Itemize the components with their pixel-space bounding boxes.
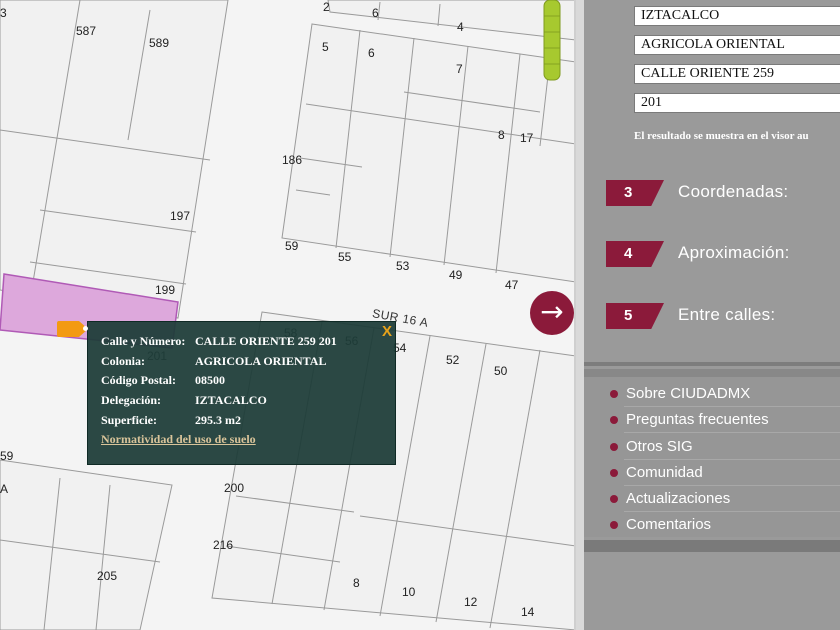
info-value: 08500	[195, 373, 225, 388]
parcel-number: 2	[323, 0, 330, 14]
info-value: AGRICOLA ORIENTAL	[195, 353, 327, 368]
menu-item-label[interactable]: Sobre CIUDADMX	[626, 385, 750, 402]
divider	[584, 362, 840, 366]
menu-rule	[624, 406, 840, 407]
parcel-number: 4	[457, 20, 464, 34]
info-row: Delegación: IZTACALCO	[101, 391, 337, 411]
parcel-number: 55	[338, 250, 352, 264]
divider	[584, 540, 840, 552]
step-number-badge: 4	[606, 241, 664, 267]
menu-item-label[interactable]: Comentarios	[626, 516, 711, 533]
parcel-number: 49	[449, 268, 463, 282]
step-number-badge: 5	[606, 303, 664, 329]
street-field[interactable]	[634, 64, 840, 84]
parcel-number: 199	[155, 283, 176, 297]
parcel-number: 59	[285, 239, 299, 253]
parcel-number: 47	[505, 278, 519, 292]
step-label[interactable]: Entre calles:	[678, 305, 775, 325]
bullet-icon	[610, 416, 618, 424]
menu-item-label[interactable]: Actualizaciones	[626, 490, 730, 507]
parcel-number: 7	[456, 62, 463, 76]
bullet-icon	[610, 521, 618, 529]
parcel-number: 3	[0, 6, 7, 20]
next-arrow-button[interactable]: →	[530, 291, 574, 335]
info-label: Calle y Número:	[101, 334, 186, 349]
parcel-number: 17	[520, 131, 534, 145]
parcel-info-table: Calle y Número: CALLE ORIENTE 259 201 Co…	[101, 332, 337, 430]
info-label: Superficie:	[101, 412, 157, 427]
parcel-info-popup: X Calle y Número: CALLE ORIENTE 259 201 …	[87, 321, 396, 465]
number-field[interactable]	[634, 93, 840, 113]
close-icon[interactable]: X	[382, 323, 392, 340]
parcel-number: 53	[396, 259, 410, 273]
parcel-number: 50	[494, 364, 508, 378]
parcel-number: 5	[322, 40, 329, 54]
parcel-number: 52	[446, 353, 460, 367]
map-viewer[interactable]: 3 587 589 2 6 4 5 6 7 8 17 186 197 59 55…	[0, 0, 576, 630]
parcel-number: 186	[282, 153, 303, 167]
info-value: IZTACALCO	[195, 393, 267, 408]
info-label: Delegación:	[101, 393, 161, 408]
menu-rule	[624, 511, 840, 512]
parcel-number: 205	[97, 569, 118, 583]
delegacion-field[interactable]	[634, 6, 840, 26]
arrow-right-icon: →	[540, 295, 564, 328]
menu-item-label[interactable]: Comunidad	[626, 464, 703, 481]
bullet-icon	[610, 469, 618, 477]
land-use-regulation-link[interactable]: Normatividad del uso de suelo	[101, 432, 256, 447]
parcel-number: 59	[0, 449, 14, 463]
parcel-number: 6	[372, 6, 379, 20]
step-label[interactable]: Aproximación:	[678, 243, 790, 263]
info-label: Código Postal:	[101, 373, 176, 388]
menu-item-label[interactable]: Preguntas frecuentes	[626, 411, 769, 428]
menu-rule	[624, 485, 840, 486]
colonia-field[interactable]	[634, 35, 840, 55]
step-label[interactable]: Coordenadas:	[678, 182, 788, 202]
footer-menu: Sobre CIUDADMX Preguntas frecuentes Otro…	[584, 377, 840, 537]
parcel-number: 589	[149, 36, 170, 50]
parcel-number: 10	[402, 585, 416, 599]
info-row: Colonia: AGRICOLA ORIENTAL	[101, 352, 337, 372]
step-number-badge: 3	[606, 180, 664, 206]
search-panel: El resultado se muestra en el visor au 3…	[576, 0, 840, 630]
parcel-number: 200	[224, 481, 245, 495]
block-northeast	[281, 23, 576, 283]
parcel-number: 14	[521, 605, 535, 619]
info-value: 295.3 m2	[195, 412, 241, 427]
parcel-number: 12	[464, 595, 478, 609]
info-row: Calle y Número: CALLE ORIENTE 259 201	[101, 332, 337, 352]
parcel-number: A	[0, 482, 9, 496]
menu-item-label[interactable]: Otros SIG	[626, 438, 693, 455]
parcel-number: 8	[498, 128, 505, 142]
parcel-number: 8	[353, 576, 360, 590]
location-marker-icon[interactable]	[57, 321, 88, 337]
map-canvas[interactable]	[0, 0, 576, 630]
panel-gutter	[576, 0, 584, 630]
menu-rule	[624, 432, 840, 433]
menu-rule	[624, 459, 840, 460]
info-value: CALLE ORIENTE 259 201	[195, 334, 337, 349]
result-note: El resultado se muestra en el visor au	[634, 130, 809, 142]
info-row: Superficie: 295.3 m2	[101, 410, 337, 430]
parcel-number: 587	[76, 24, 97, 38]
parcel-number: 6	[368, 46, 375, 60]
info-label: Colonia:	[101, 353, 146, 368]
parcel-number: 216	[213, 538, 234, 552]
parcel-number: 197	[170, 209, 191, 223]
bullet-icon	[610, 495, 618, 503]
bullet-icon	[610, 390, 618, 398]
divider	[584, 369, 840, 377]
info-row: Código Postal: 08500	[101, 371, 337, 391]
park-strip	[543, 0, 561, 81]
bullet-icon	[610, 443, 618, 451]
marker-dot	[83, 326, 88, 331]
